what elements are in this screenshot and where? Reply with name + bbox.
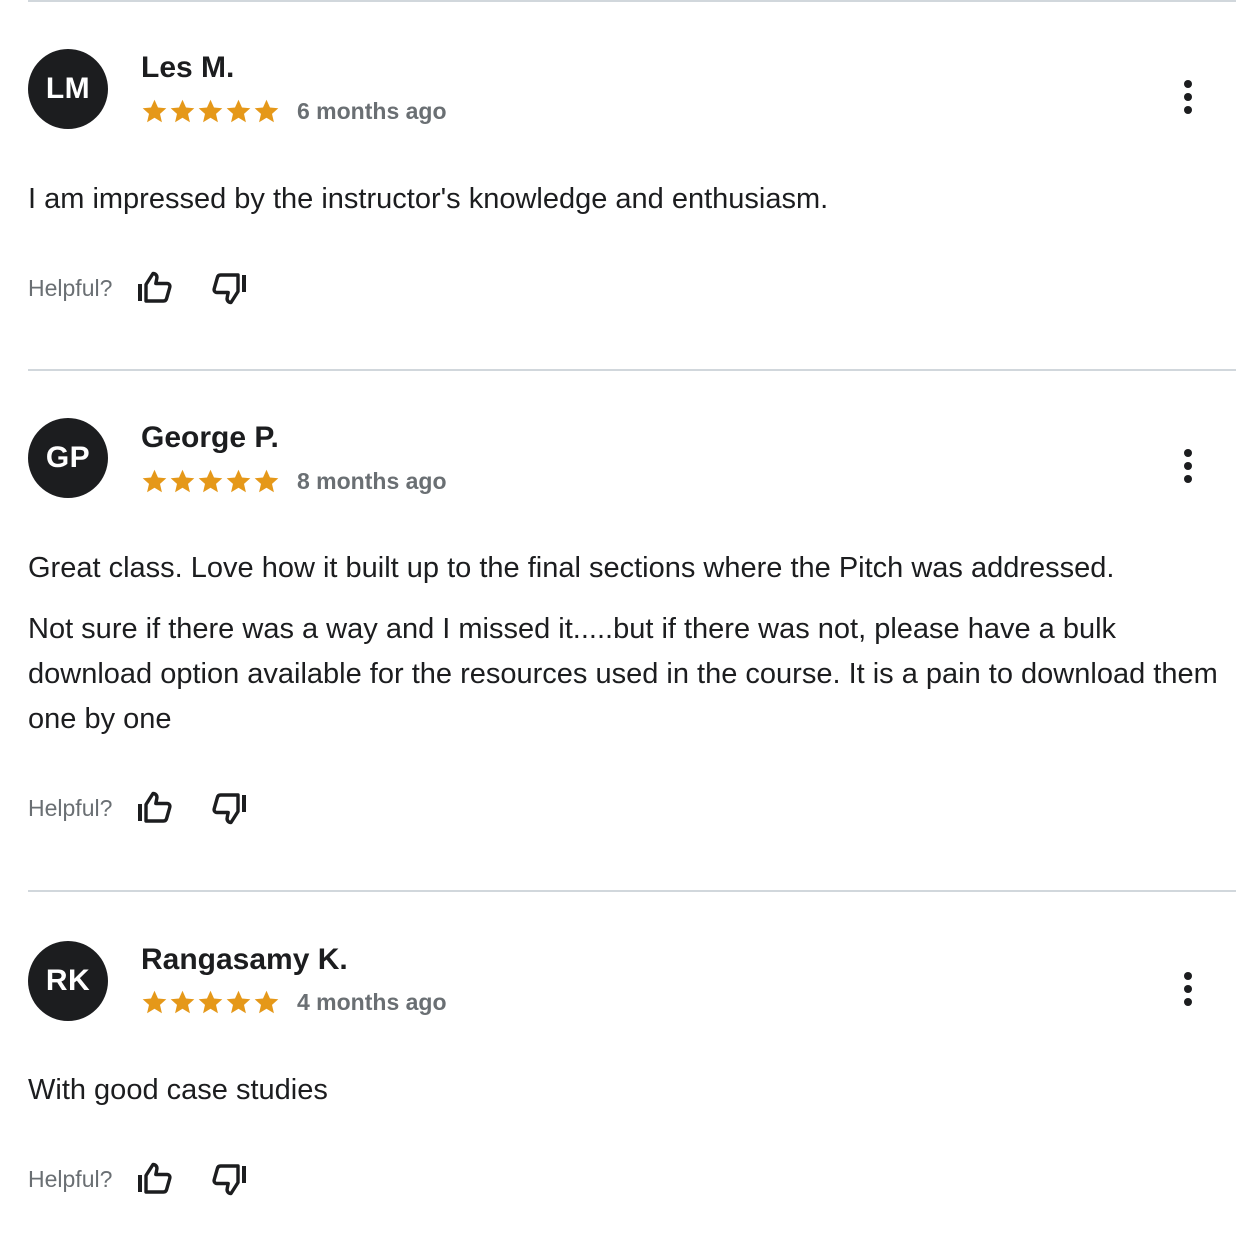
avatar: GP [28,418,108,498]
star-icon [142,990,167,1013]
thumbs-down-icon [212,1164,247,1196]
rating-row: 4 months ago [141,986,447,1018]
review-time: 8 months ago [297,467,447,494]
helpful-label: Helpful? [28,274,113,301]
review-paragraph: Great class. Love how it built up to the… [28,552,1115,584]
star-rating [141,989,280,1016]
thumbs-up-icon [138,1162,172,1194]
star-icon [226,469,251,492]
helpful-row: Helpful? [28,1159,252,1199]
review-options-button[interactable] [1168,444,1208,488]
review-time: 6 months ago [297,97,447,124]
more-vertical-icon [1184,80,1192,88]
star-rating [141,468,280,495]
review-body: With good case studies [28,1068,1236,1113]
thumbs-up-icon [138,791,172,823]
reviewer-name: George P. [141,421,279,454]
more-vertical-icon-dot [1184,998,1192,1006]
review-body: Great class. Love how it built up to the… [28,546,1236,742]
star-icon [142,469,167,492]
review-paragraph: I am impressed by the instructor's knowl… [28,183,829,215]
more-vertical-icon-dot [1184,475,1192,483]
star-icon [142,99,167,122]
star-icon [170,469,195,492]
star-icon [254,99,279,122]
review-paragraph: With good case studies [28,1074,328,1106]
thumbs-up-button[interactable] [132,786,176,830]
thumbs-up-button[interactable] [132,266,176,310]
divider [28,369,1236,371]
rating-row: 6 months ago [141,95,447,127]
thumbs-down-button[interactable] [208,266,252,310]
more-vertical-icon-dot [1184,985,1192,993]
reviewer-name: Les M. [141,51,235,84]
star-icon [254,990,279,1013]
thumbs-down-button[interactable] [208,786,252,830]
more-vertical-icon [1184,972,1192,980]
reviewer-name: Rangasamy K. [141,943,348,976]
review-options-button[interactable] [1168,75,1208,119]
thumbs-down-icon [212,273,247,305]
reviews-list: LM Les M. 6 months ago I am impressed by… [0,0,1252,1236]
divider [28,0,1236,2]
helpful-row: Helpful? [28,788,252,828]
helpful-label: Helpful? [28,1165,113,1192]
avatar: LM [28,49,108,129]
star-icon [170,990,195,1013]
star-rating [141,98,280,125]
rating-row: 8 months ago [141,465,447,497]
more-vertical-icon-dot [1184,106,1192,114]
star-icon [198,469,223,492]
star-icon [226,990,251,1013]
thumbs-down-button[interactable] [208,1157,252,1201]
star-icon [170,99,195,122]
thumbs-up-button[interactable] [132,1157,176,1201]
helpful-label: Helpful? [28,794,113,821]
avatar: RK [28,941,108,1021]
review-options-button[interactable] [1168,967,1208,1011]
thumbs-down-icon [212,793,247,825]
divider [28,890,1236,892]
thumbs-up-icon [138,271,172,303]
star-icon [226,99,251,122]
review-paragraph: Not sure if there was a way and I missed… [28,613,1218,735]
more-vertical-icon [1184,449,1192,457]
star-icon [254,469,279,492]
star-icon [198,990,223,1013]
more-vertical-icon-dot [1184,462,1192,470]
star-icon [198,99,223,122]
review-body: I am impressed by the instructor's knowl… [28,177,1236,222]
more-vertical-icon-dot [1184,93,1192,101]
review-time: 4 months ago [297,988,447,1015]
helpful-row: Helpful? [28,268,252,308]
